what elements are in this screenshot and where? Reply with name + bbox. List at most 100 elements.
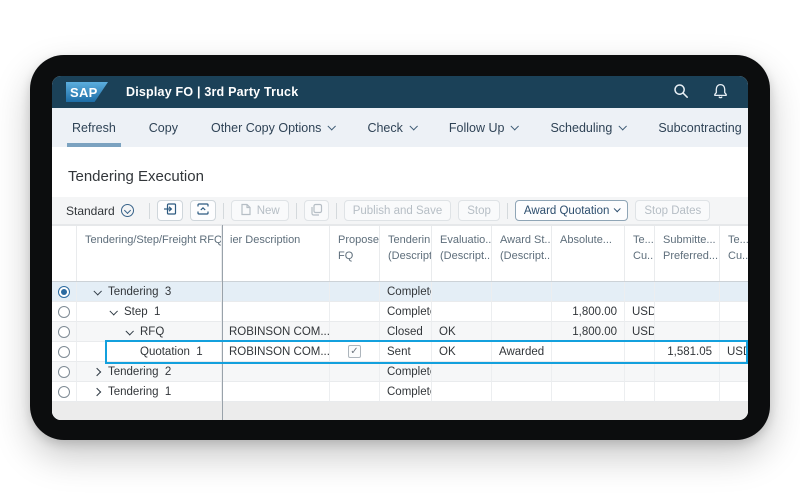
menu-item-other-copy-options[interactable]: Other Copy Options (209, 108, 336, 147)
cell-currency (625, 282, 655, 302)
cell-currency-2 (720, 382, 748, 402)
collapse-all-icon (196, 202, 210, 219)
table-row[interactable]: Step 1 Completed 1,800.00 USD (52, 302, 748, 322)
row-label: Tendering 2 (108, 366, 171, 378)
shell-header: SAP Display FO | 3rd Party Truck (52, 76, 748, 108)
header-tendering-status[interactable]: Tenderin...(Descript... (380, 226, 432, 281)
notifications-button[interactable] (713, 83, 728, 102)
cell-evaluation: OK (432, 322, 492, 342)
row-select-radio[interactable] (58, 306, 70, 318)
cell-proposed-fq (330, 382, 380, 402)
menu-item-scheduling[interactable]: Scheduling (548, 108, 627, 147)
chevron-down-icon (409, 122, 417, 130)
collapse-toggle-icon[interactable] (125, 327, 133, 335)
cell-description (222, 382, 330, 402)
row-label: Step 1 (124, 306, 160, 318)
cell-tendering-status: Sent (380, 342, 432, 362)
row-select-radio[interactable] (58, 286, 70, 298)
content-area: Tendering Execution Standard (52, 147, 748, 420)
expand-toggle-icon[interactable] (93, 367, 101, 375)
header-tendering-step[interactable]: Tendering/Step/Freight RFQ/... (77, 226, 222, 281)
collapse-toggle-icon[interactable] (109, 307, 117, 315)
proposed-fq-checkbox[interactable] (348, 345, 361, 358)
view-selector[interactable]: Standard (66, 204, 134, 218)
row-select-radio[interactable] (58, 326, 70, 338)
menu-item-label: Copy (149, 121, 178, 135)
cell-absolute (552, 282, 625, 302)
menu-item-check[interactable]: Check (365, 108, 417, 147)
cell-tendering-status: Completed (380, 302, 432, 322)
menu-item-label: Check (367, 121, 402, 135)
table-row[interactable]: RFQ ROBINSON COM... Closed OK 1,800.00 U… (52, 322, 748, 342)
cell-submitted (655, 382, 720, 402)
chevron-down-icon (614, 205, 621, 212)
stop-dates-button[interactable]: Stop Dates (635, 200, 710, 221)
copy-icon (310, 203, 323, 219)
cell-tendering-status: Closed (380, 322, 432, 342)
stop-button[interactable]: Stop (458, 200, 500, 221)
collapse-all-button[interactable] (190, 200, 216, 221)
app-title: Display FO | 3rd Party Truck (126, 85, 298, 99)
menu-item-follow-up[interactable]: Follow Up (447, 108, 520, 147)
new-button[interactable]: New (231, 200, 289, 221)
header-currency-2[interactable]: Te...Cu... (720, 226, 748, 281)
menu-item-label: Follow Up (449, 121, 505, 135)
cell-evaluation (432, 302, 492, 322)
chevron-down-circle-icon (121, 204, 134, 217)
view-selector-label: Standard (66, 204, 115, 218)
expand-all-icon (163, 202, 177, 219)
award-quotation-button[interactable]: Award Quotation (515, 200, 628, 221)
tablet-frame: SAP Display FO | 3rd Party Truck Ref (30, 55, 770, 440)
row-label: Quotation 1 (140, 346, 203, 358)
cell-evaluation (432, 362, 492, 382)
expand-all-button[interactable] (157, 200, 183, 221)
header-submitted-preferred[interactable]: Submitte...Preferred... (655, 226, 720, 281)
cell-award-status (492, 322, 552, 342)
row-select-radio[interactable] (58, 346, 70, 358)
cell-currency (625, 362, 655, 382)
cell-submitted (655, 282, 720, 302)
menu-item-subcontracting[interactable]: Subcontracting (656, 108, 748, 147)
publish-and-save-button[interactable]: Publish and Save (344, 200, 452, 221)
table-row[interactable]: Tendering 2 Completed (52, 362, 748, 382)
table-row[interactable]: Tendering 1 Completed (52, 382, 748, 402)
copy-row-button[interactable] (304, 200, 329, 221)
collapse-toggle-icon[interactable] (93, 287, 101, 295)
toolbar-separator (149, 203, 150, 219)
table-row[interactable]: Tendering 3 Completed (52, 282, 748, 302)
cell-award-status (492, 302, 552, 322)
expand-toggle-icon[interactable] (93, 387, 101, 395)
shell-actions (673, 83, 734, 102)
new-button-label: New (257, 205, 280, 217)
cell-absolute (552, 382, 625, 402)
menu-item-copy[interactable]: Copy (147, 108, 180, 147)
action-menubar: Refresh Copy Other Copy Options Check Fo… (52, 108, 748, 147)
row-select-radio[interactable] (58, 386, 70, 398)
chevron-down-icon (619, 122, 627, 130)
row-label: Tendering 1 (108, 386, 171, 398)
header-evaluation[interactable]: Evaluatio...(Descript... (432, 226, 492, 281)
cell-proposed-fq (330, 322, 380, 342)
header-proposed-fq[interactable]: ProposedFQ (330, 226, 380, 281)
cell-currency-2 (720, 282, 748, 302)
header-currency-1[interactable]: Te...Cu... (625, 226, 655, 281)
cell-currency: USD (625, 322, 655, 342)
cell-submitted (655, 302, 720, 322)
cell-currency-2: USD (720, 342, 748, 362)
cell-description: ROBINSON COM... (222, 322, 330, 342)
chevron-down-icon (511, 122, 519, 130)
cell-tendering-status: Completed (380, 282, 432, 302)
cell-description (222, 282, 330, 302)
table-row-highlighted[interactable]: Quotation 1 ROBINSON COM... Sent OK Awar… (52, 342, 748, 362)
row-select-radio[interactable] (58, 366, 70, 378)
toolbar-separator (223, 203, 224, 219)
menu-item-label: Subcontracting (658, 121, 741, 135)
search-button[interactable] (673, 83, 689, 102)
header-carrier-description[interactable]: ier Description (222, 226, 330, 281)
header-award-status[interactable]: Award St...(Descript... (492, 226, 552, 281)
cell-tendering-status: Completed (380, 362, 432, 382)
cell-currency (625, 342, 655, 362)
menu-item-refresh[interactable]: Refresh (70, 108, 118, 147)
header-absolute[interactable]: Absolute... (552, 226, 625, 281)
sap-logo-text: SAP (70, 85, 98, 100)
